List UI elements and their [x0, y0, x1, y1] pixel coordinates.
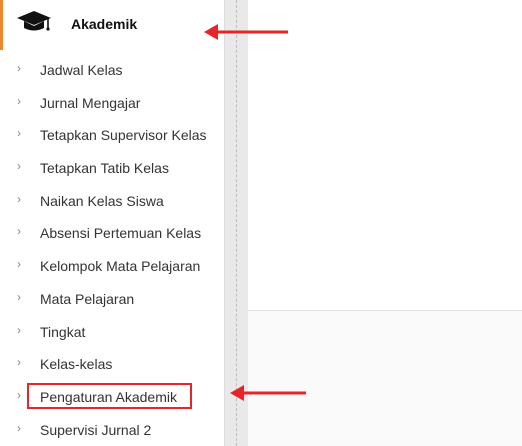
highlight-box-pengaturan-akademik: [27, 383, 192, 409]
menu-item-tingkat[interactable]: › Tingkat: [0, 315, 224, 348]
menu-item-label: Naikan Kelas Siswa: [40, 192, 164, 209]
menu-item-label: Tetapkan Supervisor Kelas: [40, 127, 207, 144]
menu-item-tetapkan-supervisor-kelas[interactable]: › Tetapkan Supervisor Kelas: [0, 118, 224, 151]
menu-item-kelompok-mata-pelajaran[interactable]: › Kelompok Mata Pelajaran: [0, 249, 224, 282]
akademik-section-header[interactable]: Akademik: [0, 0, 224, 50]
sidebar: Akademik › Jadwal Kelas › Jurnal Mengaja…: [0, 0, 224, 446]
menu-item-label: Supervisi Jurnal 2: [40, 421, 152, 438]
annotation-arrow-akademik: [204, 24, 288, 40]
menu-item-label: Kelas-kelas: [40, 356, 113, 373]
chevron-right-icon: ›: [17, 93, 21, 108]
menu-item-label: Tingkat: [40, 323, 86, 340]
sidebar-scrollbar[interactable]: [224, 0, 248, 446]
chevron-right-icon: ›: [17, 224, 21, 239]
menu-item-tetapkan-tatib-kelas[interactable]: › Tetapkan Tatib Kelas: [0, 151, 224, 184]
menu-item-label: Tetapkan Tatib Kelas: [40, 160, 169, 177]
chevron-right-icon: ›: [17, 191, 21, 206]
menu-item-label: Absensi Pertemuan Kelas: [40, 225, 202, 242]
scrollbar-track: [236, 0, 237, 446]
menu-item-naikan-kelas-siswa[interactable]: › Naikan Kelas Siswa: [0, 184, 224, 217]
menu-item-mata-pelajaran[interactable]: › Mata Pelajaran: [0, 282, 224, 315]
menu-item-kelas-kelas[interactable]: › Kelas-kelas: [0, 347, 224, 380]
chevron-right-icon: ›: [17, 420, 21, 435]
chevron-right-icon: ›: [17, 257, 21, 272]
menu-item-label: Kelompok Mata Pelajaran: [40, 258, 201, 275]
section-title: Akademik: [71, 16, 138, 32]
main-content: [248, 0, 522, 446]
menu-item-label: Jurnal Mengajar: [40, 94, 141, 111]
chevron-right-icon: ›: [17, 387, 21, 402]
chevron-right-icon: ›: [17, 126, 21, 141]
chevron-right-icon: ›: [17, 61, 21, 75]
annotation-arrow-pengaturan: [230, 385, 306, 401]
graduation-cap-icon: [17, 11, 51, 31]
menu-item-absensi-pertemuan-kelas[interactable]: › Absensi Pertemuan Kelas: [0, 216, 224, 249]
chevron-right-icon: ›: [17, 159, 21, 174]
menu-item-jurnal-mengajar[interactable]: › Jurnal Mengajar: [0, 86, 224, 119]
menu-item-label: Jadwal Kelas: [40, 62, 123, 78]
menu-item-supervisi-jurnal-2[interactable]: › Supervisi Jurnal 2: [0, 413, 224, 446]
content-lower-panel: [248, 311, 522, 446]
menu-item-jadwal-kelas[interactable]: › Jadwal Kelas: [0, 53, 224, 86]
chevron-right-icon: ›: [17, 322, 21, 337]
chevron-right-icon: ›: [17, 355, 21, 370]
chevron-right-icon: ›: [17, 289, 21, 304]
active-accent-bar: [0, 0, 3, 50]
menu-item-label: Mata Pelajaran: [40, 290, 135, 307]
